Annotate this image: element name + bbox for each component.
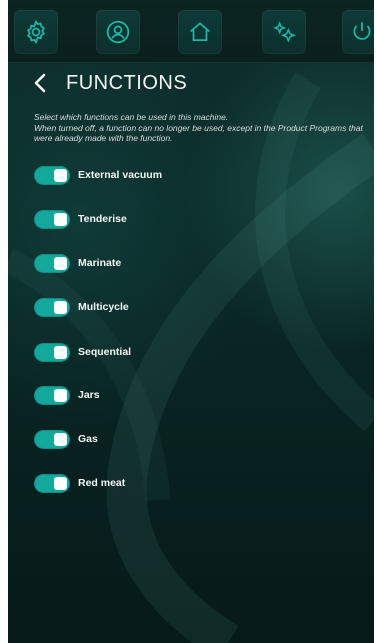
function-label: Gas [78, 433, 98, 445]
toggle-knob [54, 168, 67, 182]
description-line-1: Select which functions can be used in th… [34, 112, 229, 122]
function-row[interactable]: Jars [34, 384, 100, 406]
page-title: FUNCTIONS [66, 71, 188, 94]
gear-icon [27, 19, 45, 45]
home-button[interactable] [178, 10, 222, 54]
settings-button[interactable] [14, 10, 58, 54]
description-line-2: When turned off, a function can no longe… [34, 122, 363, 144]
toggle-switch[interactable] [34, 342, 70, 362]
sparkle-icon [273, 21, 296, 43]
power-icon [353, 22, 371, 40]
function-label: Jars [78, 389, 100, 401]
description: Select which functions can be used in th… [34, 112, 364, 144]
toggle-knob [54, 432, 67, 446]
toggle-knob [54, 388, 67, 402]
function-row[interactable]: Gas [34, 428, 98, 450]
screen: FUNCTIONS Select which functions can be … [8, 0, 374, 643]
function-label: Sequential [78, 346, 132, 358]
clean-button[interactable] [262, 10, 306, 54]
chevron-left-icon [34, 73, 46, 93]
top-toolbar [8, 0, 374, 63]
toggle-switch[interactable] [34, 253, 70, 273]
toggle-knob [54, 212, 67, 226]
function-label: Tenderise [78, 213, 127, 225]
function-label: External vacuum [78, 169, 163, 181]
toggle-knob [54, 256, 67, 270]
function-row[interactable]: Multicycle [34, 296, 129, 318]
function-row[interactable]: Tenderise [34, 208, 127, 230]
user-button[interactable] [96, 10, 140, 54]
toggle-knob [54, 300, 67, 314]
back-button[interactable] [30, 70, 50, 96]
home-icon [190, 22, 210, 41]
function-label: Multicycle [78, 301, 129, 313]
function-row[interactable]: Sequential [34, 341, 131, 363]
function-label: Marinate [78, 257, 122, 269]
function-row[interactable]: Marinate [34, 252, 121, 274]
function-row[interactable]: Red meat [34, 472, 125, 494]
power-button[interactable] [342, 10, 374, 54]
user-icon [106, 20, 130, 44]
toggle-knob [54, 345, 67, 359]
toggle-switch[interactable] [34, 209, 70, 229]
toggle-switch[interactable] [34, 429, 70, 449]
page-header: FUNCTIONS [30, 68, 187, 98]
toggle-switch[interactable] [34, 297, 70, 317]
toggle-knob [54, 476, 67, 490]
function-label: Red meat [78, 477, 126, 489]
toggle-switch[interactable] [34, 385, 70, 405]
toggle-switch[interactable] [34, 473, 70, 493]
toggle-switch[interactable] [34, 165, 70, 185]
function-row[interactable]: External vacuum [34, 164, 162, 186]
